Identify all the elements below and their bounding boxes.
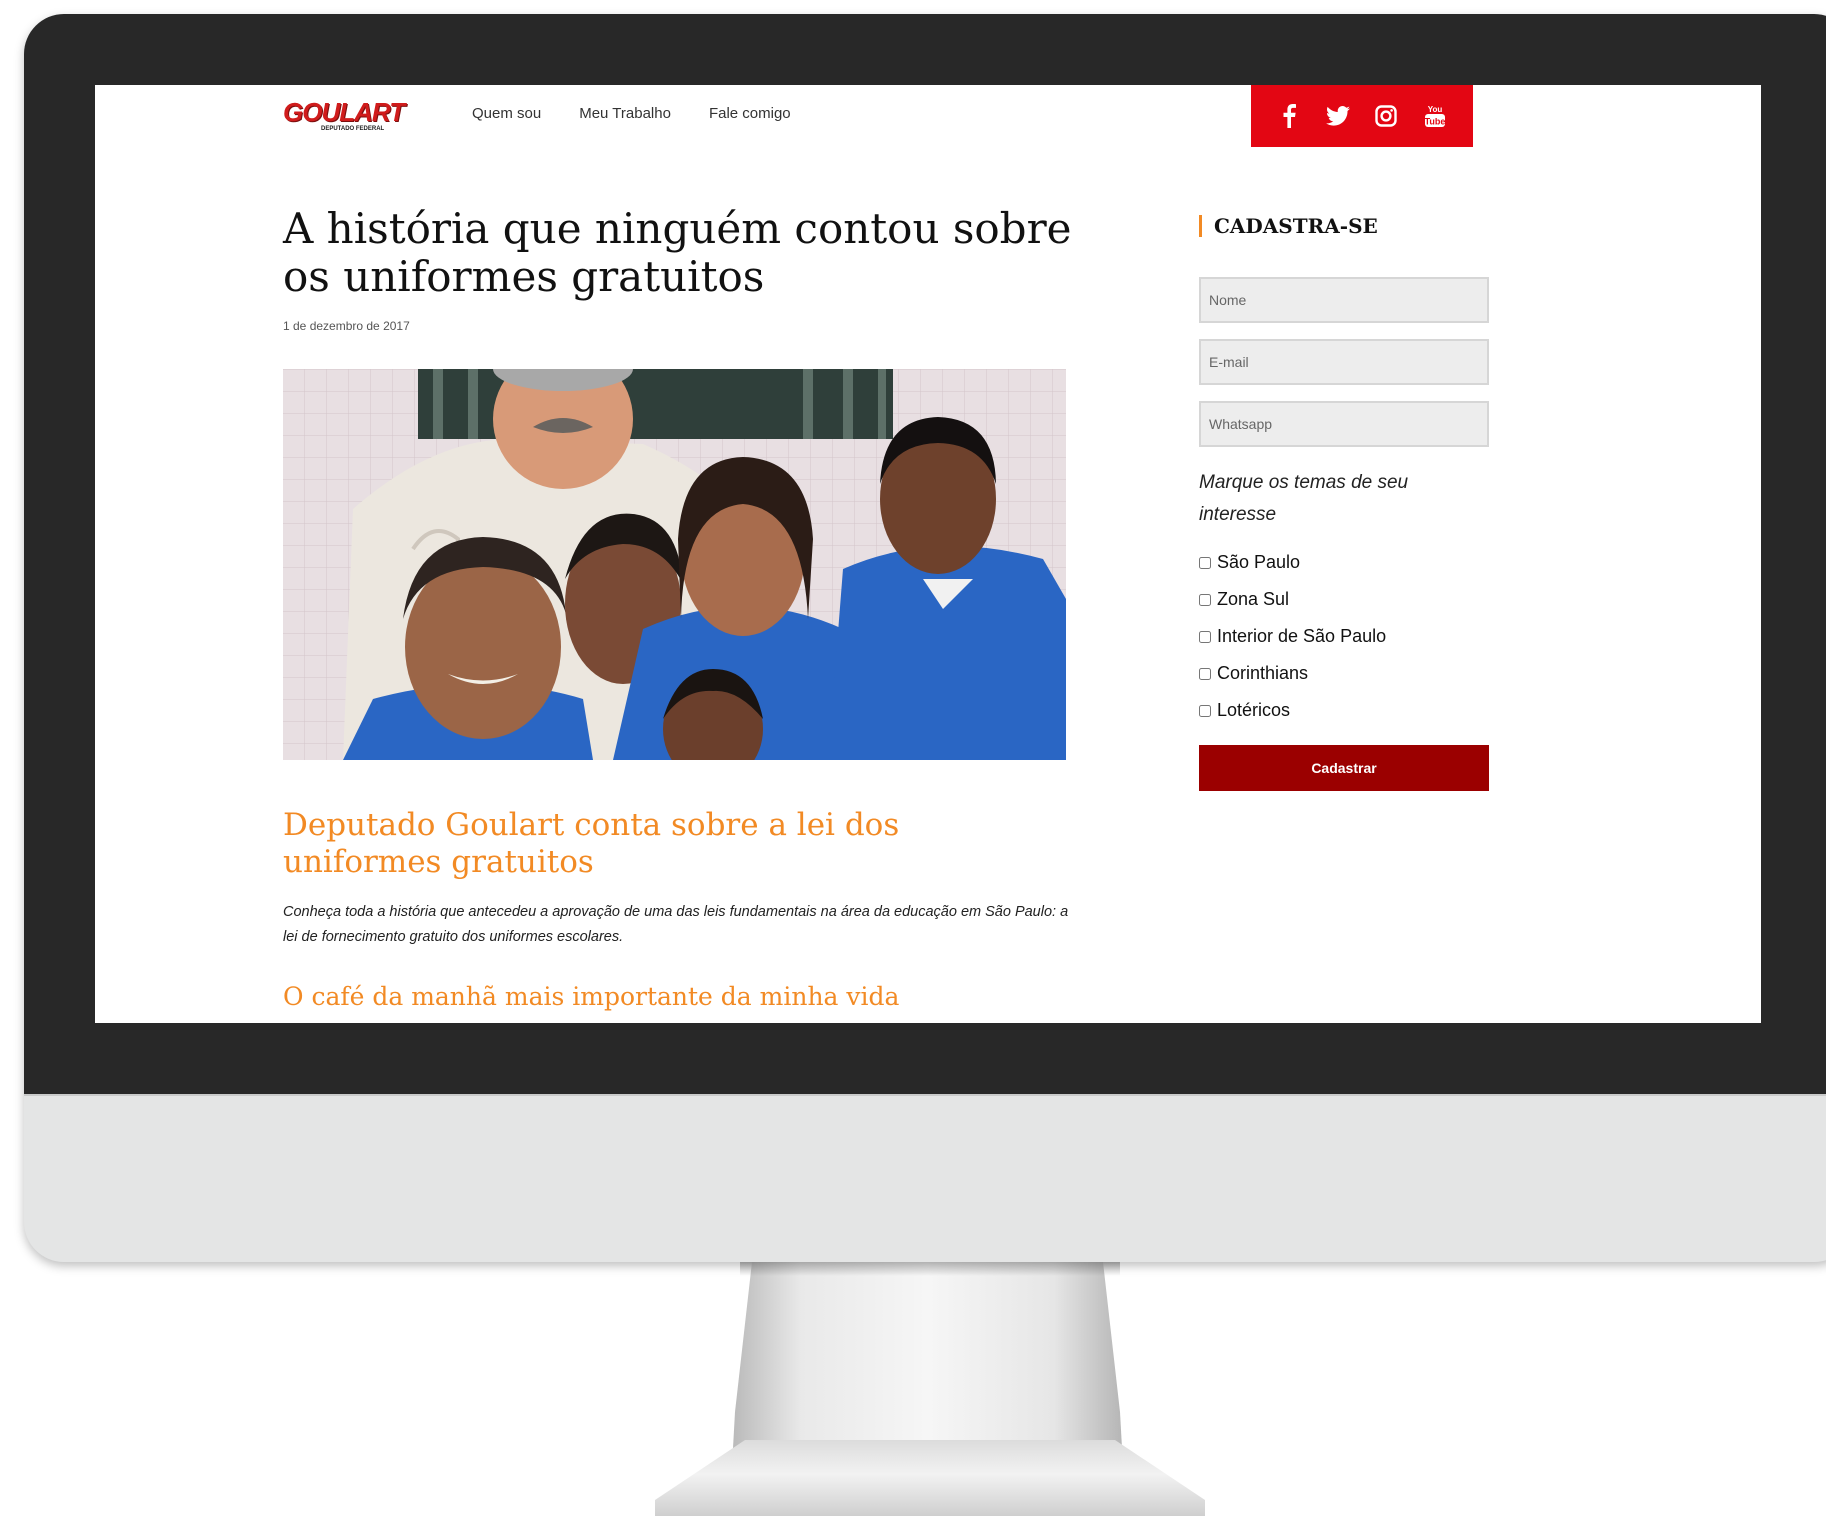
nav-item-meu-trabalho[interactable]: Meu Trabalho [579, 105, 671, 122]
topic-label: São Paulo [1217, 552, 1301, 572]
topic-sao-paulo[interactable]: São Paulo [1199, 544, 1386, 581]
logo-text: GOULART [283, 97, 405, 127]
topic-list: São Paulo Zona Sul Interior de São Paulo… [1199, 544, 1386, 729]
topic-checkbox[interactable] [1199, 667, 1211, 680]
nav-item-quem-sou[interactable]: Quem sou [472, 105, 541, 122]
logo-subtext: DEPUTADO FEDERAL [321, 126, 385, 132]
topic-interior[interactable]: Interior de São Paulo [1199, 618, 1386, 655]
name-field[interactable] [1199, 277, 1489, 323]
topic-label: Lotéricos [1217, 700, 1291, 720]
topic-label: Zona Sul [1217, 589, 1290, 609]
youtube-icon[interactable]: You Tube [1422, 103, 1448, 129]
section-title: O café da manhã mais importante da minha… [283, 982, 900, 1011]
twitter-icon[interactable] [1325, 103, 1351, 129]
topic-checkbox[interactable] [1199, 593, 1211, 606]
topic-label: Interior de São Paulo [1217, 626, 1387, 646]
topic-lotericos[interactable]: Lotéricos [1199, 692, 1386, 729]
instagram-icon[interactable] [1373, 103, 1399, 129]
topic-checkbox[interactable] [1199, 630, 1211, 643]
facebook-icon[interactable] [1276, 103, 1302, 129]
article-date: 1 de dezembro de 2017 [283, 319, 410, 333]
stand-shadow [740, 1262, 1120, 1276]
email-field[interactable] [1199, 339, 1489, 385]
submit-button[interactable]: Cadastrar [1199, 745, 1489, 791]
signup-title: CADASTRA-SE [1199, 215, 1378, 237]
website-screen: GOULART DEPUTADO FEDERAL Quem sou Meu Tr… [95, 85, 1761, 1023]
topic-checkbox[interactable] [1199, 704, 1211, 717]
article-subtitle: Deputado Goulart conta sobre a lei dos u… [283, 807, 900, 880]
monitor-divider [24, 1094, 1826, 1096]
whatsapp-field[interactable] [1199, 401, 1489, 447]
article-photo [283, 369, 1066, 760]
article-lead: Conheça toda a história que antecedeu a … [283, 904, 1069, 945]
topic-zona-sul[interactable]: Zona Sul [1199, 581, 1386, 618]
svg-text:Tube: Tube [1424, 117, 1445, 127]
interest-label: Marque os temas de seu interesse [1199, 472, 1409, 525]
topic-corinthians[interactable]: Corinthians [1199, 655, 1386, 692]
logo[interactable]: GOULART DEPUTADO FEDERAL [283, 99, 443, 139]
svg-text:You: You [1427, 105, 1442, 114]
monitor-stand-base [655, 1440, 1205, 1516]
article-title: A história que ninguém contou sobre os u… [283, 204, 1072, 301]
social-bar: You Tube [1251, 85, 1473, 147]
main-nav: Quem sou Meu Trabalho Fale comigo [472, 105, 791, 122]
topic-label: Corinthians [1217, 663, 1309, 683]
topic-checkbox[interactable] [1199, 556, 1211, 569]
nav-item-fale-comigo[interactable]: Fale comigo [709, 105, 791, 122]
